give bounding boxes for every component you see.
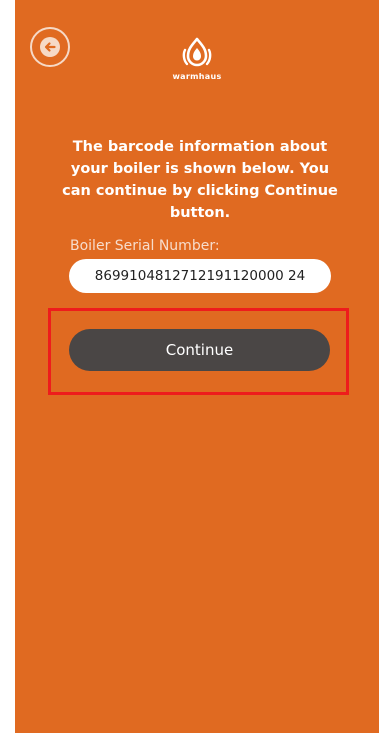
brand-name: warmhaus xyxy=(172,72,222,81)
flame-icon xyxy=(182,37,212,67)
serial-number-field[interactable]: 8699104812712191120000 24 xyxy=(69,259,331,293)
continue-button[interactable]: Continue xyxy=(69,329,330,371)
app-screen: warmhaus The barcode information about y… xyxy=(15,0,379,733)
continue-button-label: Continue xyxy=(165,341,234,359)
serial-number-label: Boiler Serial Number: xyxy=(70,238,220,254)
barcode-info-text: The barcode information about your boile… xyxy=(62,139,338,221)
brand-logo: warmhaus xyxy=(15,36,379,81)
serial-number-value: 8699104812712191120000 24 xyxy=(94,268,306,284)
